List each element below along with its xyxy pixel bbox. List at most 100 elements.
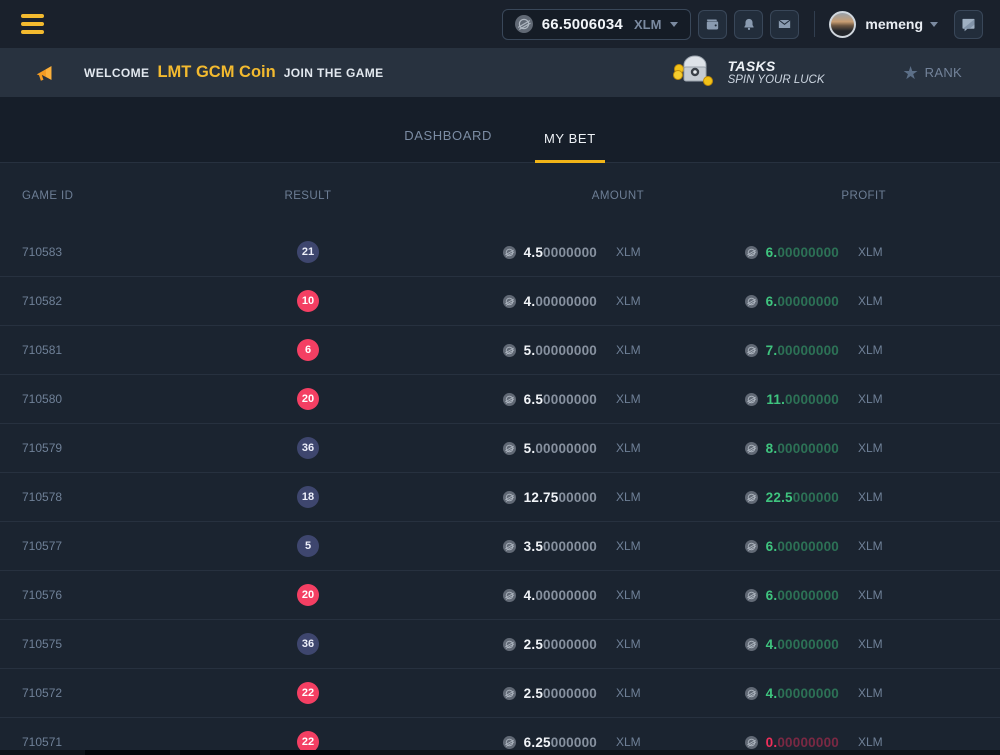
profit-value: 4. bbox=[766, 686, 778, 701]
currency-label: XLM bbox=[616, 735, 644, 749]
currency-label: XLM bbox=[616, 686, 644, 700]
rank-widget[interactable]: ★ RANK bbox=[903, 64, 962, 82]
xlm-coin-icon bbox=[515, 15, 533, 33]
star-icon: ★ bbox=[903, 64, 919, 82]
profit-zeros: 00000000 bbox=[777, 686, 839, 701]
xlm-coin-icon bbox=[745, 442, 758, 455]
profit-zeros: 00000000 bbox=[777, 735, 839, 750]
table-row[interactable]: 710576 20 4.00000000 XLM 6.00000000 XLM bbox=[0, 571, 1000, 620]
profit-zeros: 00000000 bbox=[777, 245, 839, 260]
result-cell: 10 bbox=[275, 290, 341, 312]
currency-label: XLM bbox=[616, 490, 644, 504]
xlm-coin-icon bbox=[745, 589, 758, 602]
table-row[interactable]: 710572 22 2.50000000 XLM 4.00000000 XLM bbox=[0, 669, 1000, 718]
amount-value: 3.5 bbox=[524, 539, 543, 554]
avatar[interactable] bbox=[829, 11, 856, 38]
tasks-widget[interactable]: TASKS SPIN YOUR LUCK bbox=[672, 52, 825, 93]
menu-icon[interactable] bbox=[21, 14, 44, 34]
profit-zeros: 00000000 bbox=[777, 441, 839, 456]
xlm-coin-icon bbox=[745, 344, 758, 357]
banner-text: WELCOME LMT GCM Coin JOIN THE GAME bbox=[84, 63, 384, 82]
balance-selector[interactable]: 66.5006034 XLM bbox=[502, 9, 692, 40]
bottom-strip bbox=[0, 750, 1000, 755]
xlm-coin-icon bbox=[503, 393, 516, 406]
amount-value: 6.5 bbox=[524, 392, 543, 407]
table-row[interactable]: 710578 18 12.7500000 XLM 22.5000000 XLM bbox=[0, 473, 1000, 522]
game-id: 710580 bbox=[0, 392, 275, 406]
currency-label: XLM bbox=[858, 490, 886, 504]
chevron-down-icon[interactable] bbox=[930, 22, 938, 27]
currency-label: XLM bbox=[858, 294, 886, 308]
currency-label: XLM bbox=[616, 539, 644, 553]
amount-zeros: 00000000 bbox=[535, 441, 597, 456]
amount-zeros: 00000000 bbox=[535, 588, 597, 603]
chat-button[interactable] bbox=[954, 10, 983, 39]
amount-value: 4. bbox=[524, 588, 536, 603]
xlm-coin-icon bbox=[503, 344, 516, 357]
game-id: 710575 bbox=[0, 637, 275, 651]
balance-currency: XLM bbox=[634, 17, 661, 32]
amount-cell: 4.00000000 XLM bbox=[341, 294, 644, 309]
amount-value: 5. bbox=[524, 343, 536, 358]
tab-my-bet[interactable]: MY BET bbox=[535, 131, 605, 163]
result-badge: 6 bbox=[297, 339, 319, 361]
profit-value: 11. bbox=[766, 392, 785, 407]
xlm-coin-icon bbox=[745, 393, 758, 406]
amount-zeros: 0000000 bbox=[543, 392, 597, 407]
amount-cell: 4.50000000 XLM bbox=[341, 245, 644, 260]
topbar-right: 66.5006034 XLM bbox=[502, 9, 983, 40]
profit-zeros: 00000000 bbox=[777, 588, 839, 603]
xlm-coin-icon bbox=[745, 491, 758, 504]
result-cell: 20 bbox=[275, 388, 341, 410]
strip-segment bbox=[180, 750, 260, 755]
game-id: 710571 bbox=[0, 735, 275, 749]
amount-zeros: 00000000 bbox=[535, 343, 597, 358]
username[interactable]: memeng bbox=[865, 16, 923, 32]
xlm-coin-icon bbox=[503, 589, 516, 602]
profit-value: 0. bbox=[766, 735, 778, 750]
table-row[interactable]: 710580 20 6.50000000 XLM 11.0000000 XLM bbox=[0, 375, 1000, 424]
amount-value: 2.5 bbox=[524, 686, 543, 701]
result-cell: 6 bbox=[275, 339, 341, 361]
game-id: 710577 bbox=[0, 539, 275, 553]
currency-label: XLM bbox=[616, 588, 644, 602]
game-id: 710576 bbox=[0, 588, 275, 602]
profit-cell: 6.00000000 XLM bbox=[644, 245, 886, 260]
profit-value: 4. bbox=[766, 637, 778, 652]
profit-value: 7. bbox=[766, 343, 778, 358]
wallet-button[interactable] bbox=[698, 10, 727, 39]
currency-label: XLM bbox=[616, 294, 644, 308]
table-row[interactable]: 710582 10 4.00000000 XLM 6.00000000 XLM bbox=[0, 277, 1000, 326]
amount-value: 5. bbox=[524, 441, 536, 456]
notifications-button[interactable] bbox=[734, 10, 763, 39]
mail-icon bbox=[776, 16, 793, 32]
amount-value: 6.25 bbox=[524, 735, 551, 750]
profit-cell: 0.00000000 XLM bbox=[644, 735, 886, 750]
bet-table: GAME ID RESULT AMOUNT PROFIT 710583 21 4… bbox=[0, 163, 1000, 755]
amount-cell: 5.00000000 XLM bbox=[341, 441, 644, 456]
currency-label: XLM bbox=[616, 441, 644, 455]
table-row[interactable]: 710577 5 3.50000000 XLM 6.00000000 XLM bbox=[0, 522, 1000, 571]
amount-cell: 4.00000000 XLM bbox=[341, 588, 644, 603]
profit-cell: 6.00000000 XLM bbox=[644, 294, 886, 309]
game-id: 710572 bbox=[0, 686, 275, 700]
profit-cell: 22.5000000 XLM bbox=[644, 490, 886, 505]
xlm-coin-icon bbox=[503, 295, 516, 308]
profit-cell: 6.00000000 XLM bbox=[644, 539, 886, 554]
divider bbox=[814, 11, 815, 37]
currency-label: XLM bbox=[858, 637, 886, 651]
game-id: 710581 bbox=[0, 343, 275, 357]
table-row[interactable]: 710581 6 5.00000000 XLM 7.00000000 XLM bbox=[0, 326, 1000, 375]
messages-button[interactable] bbox=[770, 10, 799, 39]
amount-zeros: 0000000 bbox=[543, 539, 597, 554]
result-badge: 18 bbox=[297, 486, 319, 508]
currency-label: XLM bbox=[858, 441, 886, 455]
tab-dashboard[interactable]: DASHBOARD bbox=[395, 128, 501, 163]
currency-label: XLM bbox=[858, 539, 886, 553]
amount-zeros: 0000000 bbox=[543, 245, 597, 260]
profit-zeros: 00000000 bbox=[777, 294, 839, 309]
table-row[interactable]: 710579 36 5.00000000 XLM 8.00000000 XLM bbox=[0, 424, 1000, 473]
header-game-id: GAME ID bbox=[0, 190, 275, 202]
table-row[interactable]: 710575 36 2.50000000 XLM 4.00000000 XLM bbox=[0, 620, 1000, 669]
table-row[interactable]: 710583 21 4.50000000 XLM 6.00000000 XLM bbox=[0, 228, 1000, 277]
